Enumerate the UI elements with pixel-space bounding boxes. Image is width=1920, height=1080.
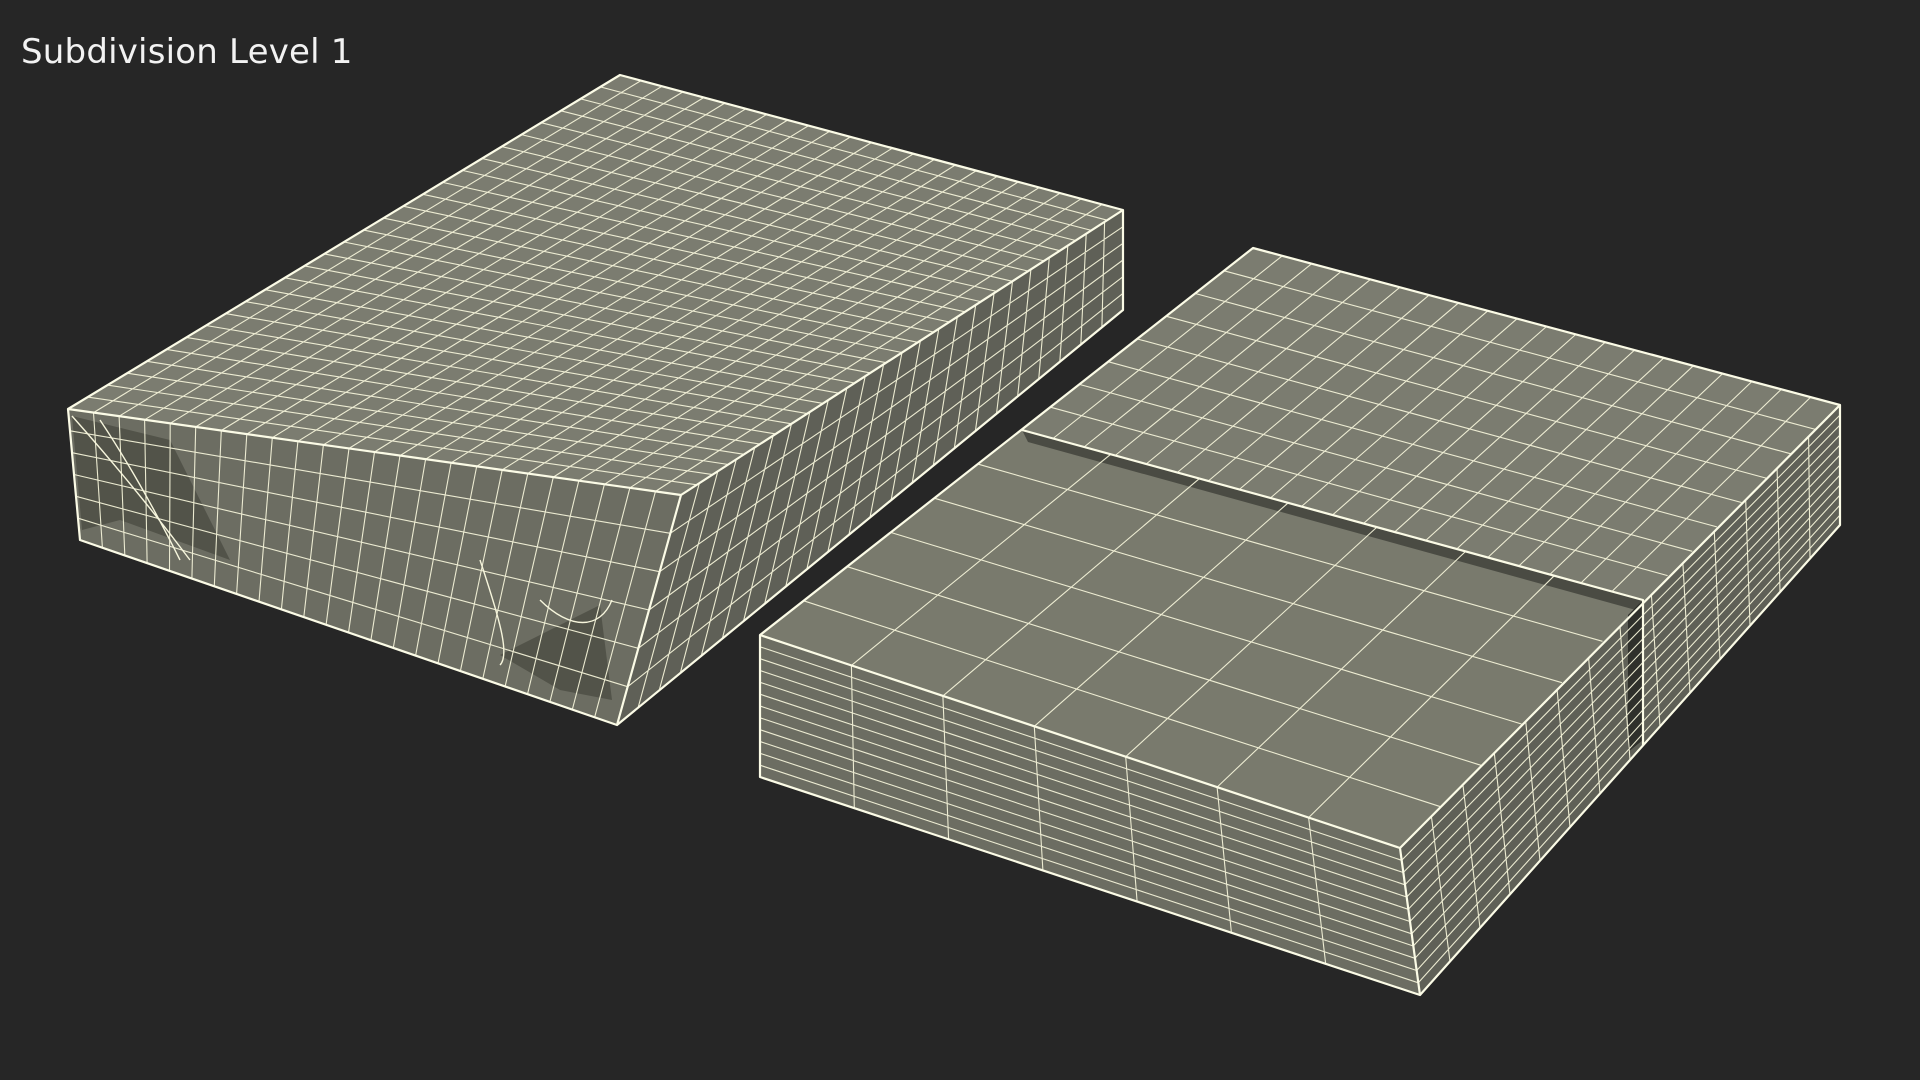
viewport: Subdivision Level 1 — [0, 0, 1920, 1080]
scene-canvas — [66, 73, 1842, 997]
